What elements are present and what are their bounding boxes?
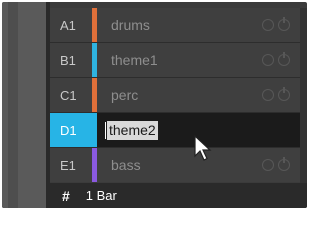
pattern-slot-label: B1 (50, 43, 92, 77)
scrollbar-track[interactable] (300, 8, 307, 183)
pattern-row-d1[interactable]: D1 theme2 (50, 112, 300, 147)
power-icon[interactable] (278, 87, 290, 101)
pattern-icons (262, 157, 290, 171)
pattern-icons (262, 52, 290, 66)
pattern-manager-panel: A1 drums B1 theme1 C1 perc D1 theme2 E1 … (2, 2, 307, 208)
pattern-list: A1 drums B1 theme1 C1 perc D1 theme2 E1 … (50, 8, 300, 182)
pattern-icons (262, 17, 290, 31)
pattern-name-input-text[interactable]: theme2 (107, 121, 158, 140)
loop-icon[interactable] (262, 89, 274, 101)
left-strip (2, 2, 50, 208)
pattern-name-cell: theme1 (97, 43, 300, 77)
pattern-slot-label: A1 (50, 8, 92, 42)
pattern-row-a1[interactable]: A1 drums (50, 8, 300, 42)
pattern-length-value[interactable]: 1 Bar (86, 188, 117, 203)
pattern-row-e1[interactable]: E1 bass (50, 147, 300, 182)
pattern-name: bass (111, 157, 141, 173)
loop-icon[interactable] (262, 159, 274, 171)
pattern-name: perc (111, 87, 139, 103)
loop-icon[interactable] (262, 54, 274, 66)
pattern-length-symbol: # (62, 187, 70, 204)
pattern-icons (262, 87, 290, 101)
pattern-slot-label: E1 (50, 148, 92, 182)
pattern-row-b1[interactable]: B1 theme1 (50, 42, 300, 77)
pattern-length-footer[interactable]: # 1 Bar (50, 183, 307, 208)
power-icon[interactable] (278, 157, 290, 171)
pattern-slot-label: C1 (50, 78, 92, 112)
pattern-name-edit-field[interactable]: theme2 (105, 121, 158, 140)
power-icon[interactable] (278, 52, 290, 66)
loop-icon[interactable] (262, 19, 274, 31)
text-caret (105, 122, 106, 139)
pattern-name: drums (111, 17, 150, 33)
pattern-name: theme1 (111, 52, 158, 68)
left-strip-groove (8, 2, 18, 208)
pattern-name-cell: drums (97, 8, 300, 42)
power-icon[interactable] (278, 17, 290, 31)
mouse-cursor-icon (194, 134, 212, 161)
pattern-name-cell: perc (97, 78, 300, 112)
pattern-row-c1[interactable]: C1 perc (50, 77, 300, 112)
pattern-slot-label: D1 (50, 113, 92, 147)
